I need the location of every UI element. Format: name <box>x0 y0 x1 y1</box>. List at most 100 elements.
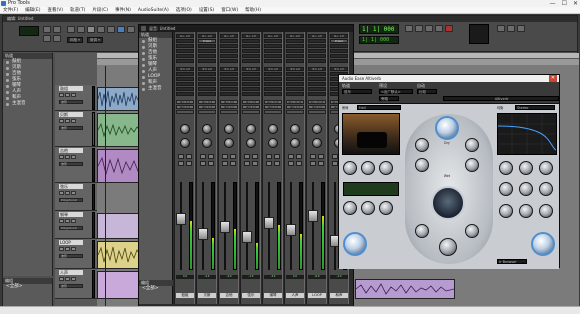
trim-tool-button[interactable] <box>87 26 95 33</box>
solo-button[interactable] <box>178 161 184 166</box>
insert-slot[interactable] <box>308 54 326 58</box>
volume-readout[interactable]: -1.0 <box>330 275 348 279</box>
insert-slot[interactable] <box>198 44 216 48</box>
menu-help[interactable]: 帮助(H) <box>245 7 261 13</box>
rewind-button[interactable] <box>405 25 413 32</box>
menu-options[interactable]: 选项(O) <box>176 7 192 13</box>
output-selector[interactable]: 输出 1-2 <box>220 105 238 109</box>
input-selector[interactable]: 输入 1-2 <box>176 100 194 104</box>
menu-audiosuite[interactable]: AudioSuite(A) <box>138 7 169 13</box>
track-name[interactable]: 人声 <box>59 270 83 275</box>
volume-readout[interactable]: -6.0 <box>308 275 326 279</box>
insert-slot[interactable] <box>330 49 348 53</box>
zoom-in-button[interactable] <box>67 26 75 33</box>
send-slot[interactable] <box>176 92 194 96</box>
tail-knob[interactable] <box>361 161 375 175</box>
insert-slot[interactable] <box>220 54 238 58</box>
audio-clip[interactable] <box>97 149 141 183</box>
record-enable-button[interactable] <box>59 247 64 251</box>
solo-button[interactable] <box>288 161 294 166</box>
input-big-knob[interactable] <box>343 232 367 256</box>
strip-name[interactable]: LOOP <box>308 293 326 298</box>
grid-mode-button[interactable] <box>53 35 61 42</box>
eq-knob-8[interactable] <box>519 204 533 218</box>
track-view-selector[interactable]: Polyphonic <box>59 226 83 230</box>
play-button[interactable] <box>435 25 443 32</box>
pan-knob[interactable] <box>268 124 278 134</box>
slip-mode-button[interactable] <box>53 26 61 33</box>
mix-close-icon[interactable] <box>141 26 146 31</box>
send-slot[interactable] <box>264 72 282 76</box>
input-selector[interactable]: 输入 11-12 <box>286 100 304 104</box>
eq-knob-7[interactable] <box>499 204 513 218</box>
mute-button[interactable] <box>71 191 76 195</box>
record-button[interactable] <box>445 25 453 32</box>
solo-button[interactable] <box>65 247 70 251</box>
send-slot[interactable] <box>242 77 260 81</box>
mute-button[interactable] <box>208 161 214 166</box>
main-counter[interactable]: 1| 1| 000 <box>359 24 399 34</box>
send-slot[interactable] <box>198 82 216 86</box>
insert-slot[interactable]: D-Verb <box>330 39 348 43</box>
strip-name[interactable]: 钢琴 <box>264 293 282 298</box>
solo-button[interactable] <box>65 155 70 159</box>
groups-list-item[interactable]: <全部> <box>3 284 52 290</box>
grid-selector[interactable]: 网格 ▾ <box>67 37 83 43</box>
automation-mode[interactable] <box>308 110 326 114</box>
eq-mode-selector[interactable]: Stereo <box>515 105 555 110</box>
send-slot[interactable] <box>286 77 304 81</box>
audio-clip[interactable] <box>355 279 455 299</box>
sub-counter[interactable]: 1| 1| 000 <box>359 36 399 44</box>
bass-knob[interactable] <box>361 201 375 215</box>
strip-name[interactable]: 鼓组 <box>176 293 194 298</box>
insert-slot[interactable] <box>242 54 260 58</box>
input-monitor-button[interactable] <box>296 154 302 159</box>
insert-slot[interactable] <box>308 44 326 48</box>
track-name[interactable]: 鼓组 <box>59 86 83 91</box>
record-enable-button[interactable] <box>266 154 272 159</box>
insert-slot[interactable] <box>264 39 282 43</box>
send-slot[interactable] <box>264 92 282 96</box>
plugin-track-selector[interactable]: 弦乐 <box>342 89 372 94</box>
eq-knob-9[interactable] <box>539 204 553 218</box>
send-slot[interactable] <box>176 72 194 76</box>
send-slot[interactable] <box>264 82 282 86</box>
nudge-selector[interactable]: 微调 ▾ <box>87 37 103 43</box>
eq-knob-6[interactable] <box>539 182 553 196</box>
mute-button[interactable] <box>318 161 324 166</box>
solo-button[interactable] <box>310 161 316 166</box>
insert-slot[interactable] <box>264 44 282 48</box>
track-view-selector[interactable]: 波形 <box>59 126 83 130</box>
pan-knob[interactable] <box>202 124 212 134</box>
mute-button[interactable] <box>186 161 192 166</box>
right-knob-2[interactable] <box>465 158 479 172</box>
send-slot[interactable] <box>264 87 282 91</box>
output-selector[interactable]: 输出 1-2 <box>308 105 326 109</box>
pan-knob[interactable] <box>180 124 190 134</box>
volume-fader[interactable] <box>220 221 230 233</box>
send-slot[interactable] <box>242 82 260 86</box>
left-knob-1[interactable] <box>415 138 429 152</box>
plugin-bypass-button[interactable]: 旁路 <box>379 96 399 101</box>
track-name[interactable]: 钢琴 <box>59 212 83 217</box>
send-slot[interactable] <box>198 92 216 96</box>
eq-mid-knob[interactable] <box>519 161 533 175</box>
insert-slot[interactable] <box>242 44 260 48</box>
pan-knob[interactable] <box>312 124 322 134</box>
volume-fader[interactable] <box>264 217 274 229</box>
track-name[interactable]: 吉他 <box>59 148 83 153</box>
volume-fader[interactable] <box>242 231 252 243</box>
insert-slot[interactable] <box>308 59 326 63</box>
track-view-selector[interactable]: Polyphonic <box>59 198 83 202</box>
send-slot[interactable] <box>242 72 260 76</box>
send-slot[interactable] <box>198 77 216 81</box>
insert-slot[interactable] <box>286 54 304 58</box>
metronome-button[interactable] <box>517 25 525 32</box>
audio-clip[interactable] <box>97 87 141 111</box>
zoom-out-button[interactable] <box>77 26 85 33</box>
stop-button[interactable] <box>425 25 433 32</box>
send-slot[interactable] <box>220 87 238 91</box>
input-selector[interactable]: 输入 9-10 <box>264 100 282 104</box>
send-slot[interactable] <box>264 77 282 81</box>
strip-name[interactable]: 吉他 <box>220 293 238 298</box>
